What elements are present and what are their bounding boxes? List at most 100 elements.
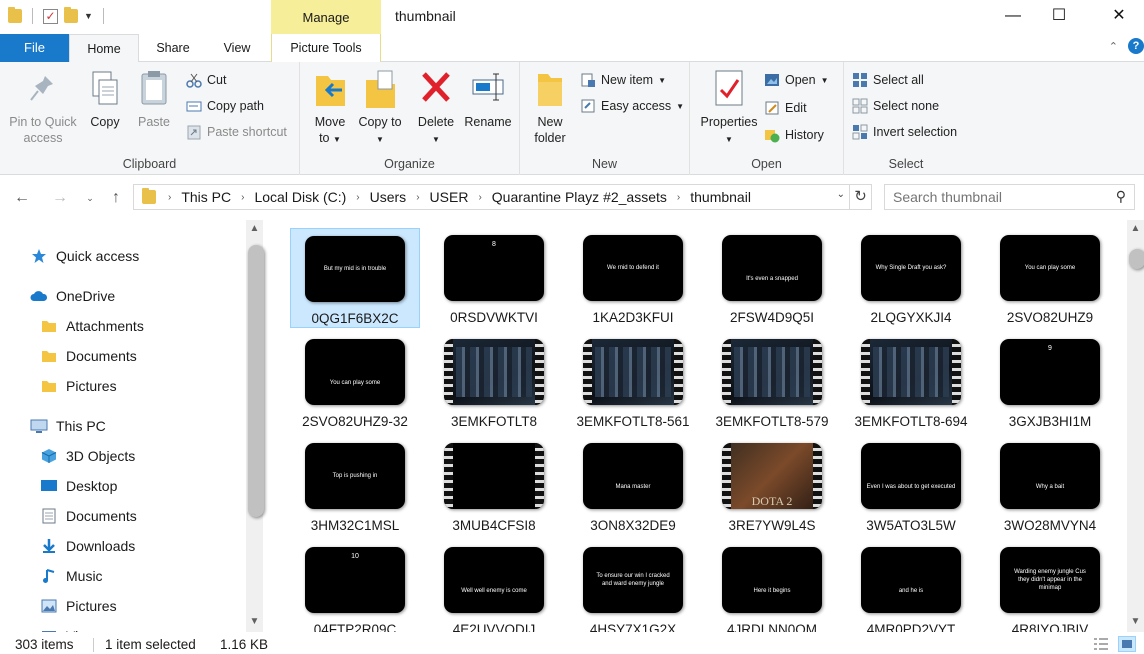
select-all-button[interactable]: Select all: [852, 70, 924, 90]
forward-arrow-icon[interactable]: →: [50, 186, 70, 210]
tab-file[interactable]: File: [0, 34, 69, 62]
help-icon[interactable]: ?: [1128, 38, 1144, 54]
delete-button[interactable]: Delete ▼: [414, 68, 458, 148]
sidebar-item-documents[interactable]: Documents: [40, 502, 137, 530]
open-button[interactable]: Open ▼: [764, 70, 829, 90]
up-arrow-icon[interactable]: ↑: [106, 186, 126, 210]
select-none-button[interactable]: Select none: [852, 96, 939, 116]
file-tile[interactable]: Even I was about to get executed 3W5ATO3L…: [846, 436, 976, 536]
pin-to-quick-access-button[interactable]: Pin to Quick access: [4, 68, 82, 146]
address-dropdown-icon[interactable]: ⌄: [837, 189, 845, 200]
minimize-ribbon-icon[interactable]: ⌃: [1109, 40, 1118, 53]
scroll-thumb[interactable]: [1129, 249, 1144, 269]
move-to-button[interactable]: Move to ▼: [308, 68, 352, 148]
easy-access-button[interactable]: Easy access ▼: [580, 96, 684, 116]
search-box[interactable]: ⚲: [884, 184, 1135, 210]
file-tile[interactable]: 9 3GXJB3HI1M: [985, 332, 1115, 432]
details-view-icon[interactable]: [1092, 636, 1110, 652]
file-tile[interactable]: Top is pushing in 3HM32C1MSL: [290, 436, 420, 536]
scroll-up-icon[interactable]: ▲: [1127, 220, 1144, 237]
scroll-down-icon[interactable]: ▼: [246, 613, 263, 630]
file-tile[interactable]: and he is 4MR0PD2VYT: [846, 540, 976, 632]
nav-scrollbar[interactable]: ▲ ▼: [246, 220, 264, 632]
close-button[interactable]: ✕: [1096, 0, 1142, 33]
breadcrumb-label[interactable]: Local Disk (C:): [254, 189, 346, 205]
paste-shortcut-button[interactable]: Paste shortcut: [186, 122, 287, 142]
breadcrumb-label[interactable]: This PC: [181, 189, 231, 205]
back-arrow-icon[interactable]: ←: [12, 186, 32, 210]
copy-to-button[interactable]: Copy to ▼: [358, 68, 402, 148]
properties-check-icon[interactable]: ✓: [43, 8, 58, 24]
sidebar-item-attachments[interactable]: Attachments: [40, 312, 144, 340]
breadcrumb-label[interactable]: Users: [370, 189, 407, 205]
sidebar-item-music[interactable]: Music: [40, 562, 103, 590]
file-tile[interactable]: It's even a snapped 2FSW4D9Q5I: [707, 228, 837, 328]
search-input[interactable]: [885, 185, 1095, 209]
recent-locations-chevron-icon[interactable]: ⌄: [80, 186, 100, 210]
cut-button[interactable]: Cut: [186, 70, 226, 90]
content-scrollbar[interactable]: ▲ ▼: [1127, 220, 1144, 632]
tab-share[interactable]: Share: [142, 34, 204, 62]
sidebar-item-this-pc[interactable]: This PC: [30, 412, 106, 440]
scroll-thumb[interactable]: [248, 245, 264, 517]
invert-selection-button[interactable]: Invert selection: [852, 122, 957, 142]
sidebar-item-pictures[interactable]: Pictures: [40, 372, 117, 400]
file-tile[interactable]: But my mid is in trouble 0QG1F6BX2C: [290, 228, 420, 328]
refresh-button[interactable]: ↻: [850, 184, 872, 210]
address-bar[interactable]: › This PC › Local Disk (C:) › Users › USER › Qua…: [133, 184, 850, 210]
properties-button[interactable]: Properties ▼: [696, 68, 762, 148]
maximize-button[interactable]: ☐: [1036, 0, 1082, 33]
file-tile[interactable]: To ensure our win I cracked and ward ene…: [568, 540, 698, 632]
file-tile[interactable]: 3EMKFOTLT8: [429, 332, 559, 432]
breadcrumb-separator[interactable]: ›: [416, 192, 419, 203]
file-tile[interactable]: Well well enemy is come 4E2UVVODIJ: [429, 540, 559, 632]
file-tile[interactable]: Why Single Draft you ask? 2LQGYXKJI4: [846, 228, 976, 328]
sidebar-item-desktop[interactable]: Desktop: [40, 472, 117, 500]
file-tile[interactable]: DOTA 2 3RE7YW9L4S: [707, 436, 837, 536]
file-tile[interactable]: 8 0RSDVWKTVI: [429, 228, 559, 328]
new-item-button[interactable]: New item ▼: [580, 70, 666, 90]
file-tile[interactable]: You can play some 2SVO82UHZ9: [985, 228, 1115, 328]
sidebar-item-downloads[interactable]: Downloads: [40, 532, 135, 560]
sidebar-item-3d-objects[interactable]: 3D Objects: [40, 442, 135, 470]
manage-contextual-tab[interactable]: Manage: [271, 0, 381, 34]
sidebar-item-onedrive[interactable]: OneDrive: [30, 282, 115, 310]
scroll-up-icon[interactable]: ▲: [246, 220, 263, 237]
file-tile[interactable]: 3EMKFOTLT8-694: [846, 332, 976, 432]
sidebar-item-documents[interactable]: Documents: [40, 342, 137, 370]
breadcrumb-label[interactable]: USER: [430, 189, 469, 205]
file-tile[interactable]: Warding enemy jungle Cus they didn't app…: [985, 540, 1115, 632]
copy-path-button[interactable]: Copy path: [186, 96, 264, 116]
tab-picture-tools[interactable]: Picture Tools: [271, 34, 381, 62]
edit-button[interactable]: Edit: [764, 98, 807, 118]
new-folder-button[interactable]: New folder: [528, 68, 572, 146]
breadcrumb-separator[interactable]: ›: [677, 192, 680, 203]
breadcrumb-separator[interactable]: ›: [241, 192, 244, 203]
customize-dropdown-icon[interactable]: ▼: [84, 11, 93, 21]
minimize-button[interactable]: —: [990, 0, 1036, 33]
paste-button[interactable]: Paste: [132, 68, 176, 130]
file-tile[interactable]: 3EMKFOTLT8-579: [707, 332, 837, 432]
file-tile[interactable]: Mana master 3ON8X32DE9: [568, 436, 698, 536]
history-button[interactable]: History: [764, 125, 824, 145]
breadcrumb-label[interactable]: Quarantine Playz #2_assets: [492, 189, 667, 205]
breadcrumb-separator[interactable]: ›: [356, 192, 359, 203]
file-tile[interactable]: 10 04FTP2R09C: [290, 540, 420, 632]
copy-button[interactable]: Copy: [84, 68, 126, 130]
file-tile[interactable]: 3EMKFOTLT8-561: [568, 332, 698, 432]
sidebar-item-pictures[interactable]: Pictures: [40, 592, 117, 620]
tab-view[interactable]: View: [208, 34, 266, 62]
file-tile[interactable]: You can play some 2SVO82UHZ9-32: [290, 332, 420, 432]
file-tile[interactable]: 3MUB4CFSI8: [429, 436, 559, 536]
sidebar-item-quick-access[interactable]: Quick access: [30, 242, 139, 270]
rename-button[interactable]: Rename: [462, 68, 514, 130]
tab-home[interactable]: Home: [69, 34, 139, 63]
scroll-down-icon[interactable]: ▼: [1127, 613, 1144, 630]
file-tile[interactable]: Why a bait 3WO28MVYN4: [985, 436, 1115, 536]
breadcrumb-label[interactable]: thumbnail: [690, 189, 751, 205]
new-folder-icon[interactable]: [64, 7, 78, 23]
file-tile[interactable]: Here it begins 4JRDLNN0OM: [707, 540, 837, 632]
large-icons-view-icon[interactable]: [1118, 636, 1136, 652]
breadcrumb-separator[interactable]: ›: [478, 192, 481, 203]
file-tile[interactable]: We rnid to defend it 1KA2D3KFUI: [568, 228, 698, 328]
